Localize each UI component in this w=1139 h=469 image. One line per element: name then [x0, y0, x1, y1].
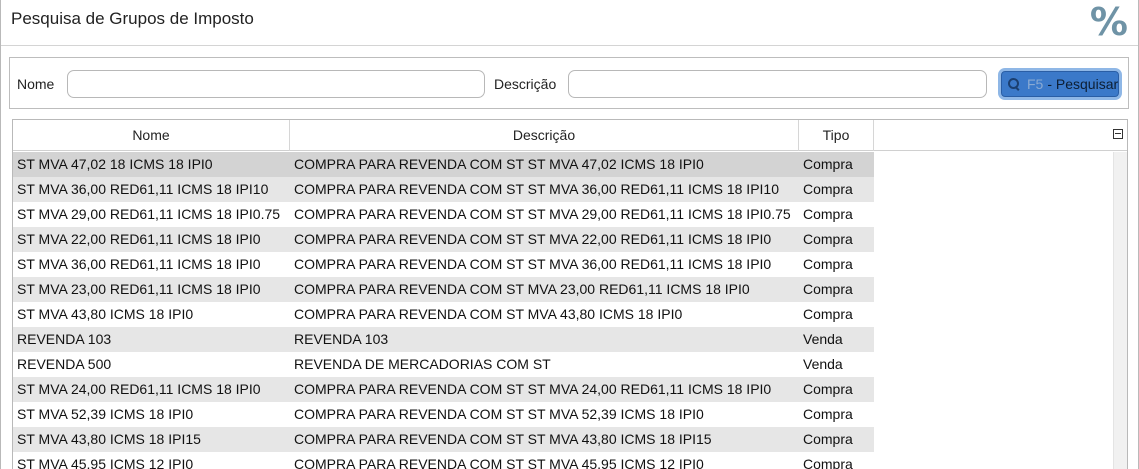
search-button[interactable]: F5 - Pesquisar	[998, 68, 1122, 100]
cell-tipo: Compra	[803, 231, 853, 247]
vertical-scrollbar[interactable]	[1113, 152, 1127, 469]
cell-nome: ST MVA 43,80 ICMS 18 IPI0	[17, 306, 194, 322]
cell-nome: ST MVA 45,95 ICMS 12 IPI0	[17, 456, 194, 469]
cell-tipo: Compra	[803, 381, 853, 397]
table-row[interactable]: ST MVA 43,80 ICMS 18 IPI0 COMPRA PARA REV…	[13, 302, 874, 327]
cell-descricao: COMPRA PARA REVENDA COM ST MVA 43,80 ICM…	[294, 306, 683, 322]
results-grid: Nome Descrição Tipo ST MVA 47,02 18 ICMS…	[12, 119, 1128, 469]
cell-tipo: Compra	[803, 281, 853, 297]
cell-descricao: REVENDA DE MERCADORIAS COM ST	[294, 356, 551, 372]
cell-nome: ST MVA 23,00 RED61,11 ICMS 18 IPI0	[17, 281, 261, 297]
cell-tipo: Compra	[803, 431, 853, 447]
table-row[interactable]: ST MVA 52,39 ICMS 18 IPI0 COMPRA PARA REV…	[13, 402, 874, 427]
cell-nome: ST MVA 24,00 RED61,11 ICMS 18 IPI0	[17, 381, 261, 397]
grid-header: Nome Descrição Tipo	[13, 120, 1127, 151]
cell-descricao: COMPRA PARA REVENDA COM ST ST MVA 47,02 …	[294, 156, 704, 172]
table-row[interactable]: ST MVA 47,02 18 ICMS 18 IPI0 COMPRA PARA …	[13, 152, 874, 177]
cell-tipo: Compra	[803, 456, 853, 469]
table-row[interactable]: REVENDA 103 REVENDA 103 Venda	[13, 327, 874, 352]
grid-rows: ST MVA 47,02 18 ICMS 18 IPI0 COMPRA PARA …	[13, 152, 874, 469]
cell-descricao: COMPRA PARA REVENDA COM ST ST MVA 36,00 …	[294, 181, 779, 197]
cell-tipo: Compra	[803, 256, 853, 272]
cell-tipo: Compra	[803, 156, 853, 172]
nome-input[interactable]	[67, 70, 485, 98]
cell-descricao: COMPRA PARA REVENDA COM ST ST MVA 43,80 …	[294, 431, 712, 447]
table-row[interactable]: ST MVA 45,95 ICMS 12 IPI0 COMPRA PARA REV…	[13, 452, 874, 469]
search-filter-panel: Nome Descrição F5 - Pesquisar	[9, 57, 1129, 109]
cell-nome: ST MVA 47,02 18 ICMS 18 IPI0	[17, 156, 213, 172]
cell-nome: ST MVA 52,39 ICMS 18 IPI0	[17, 406, 194, 422]
column-header-descricao[interactable]: Descrição	[290, 120, 799, 151]
table-row[interactable]: ST MVA 36,00 RED61,11 ICMS 18 IPI0 COMPRA…	[13, 252, 874, 277]
table-row[interactable]: ST MVA 43,80 ICMS 18 IPI15 COMPRA PARA RE…	[13, 427, 874, 452]
cell-nome: ST MVA 29,00 RED61,11 ICMS 18 IPI0.75	[17, 206, 281, 222]
cell-nome: ST MVA 22,00 RED61,11 ICMS 18 IPI0	[17, 231, 261, 247]
table-row[interactable]: ST MVA 23,00 RED61,11 ICMS 18 IPI0 COMPRA…	[13, 277, 874, 302]
cell-tipo: Compra	[803, 306, 853, 322]
cell-descricao: COMPRA PARA REVENDA COM ST ST MVA 45,95 …	[294, 456, 704, 469]
column-chooser-icon[interactable]	[1113, 129, 1123, 139]
title-bar: Pesquisa de Grupos de Imposto %	[1, 0, 1138, 46]
table-row[interactable]: ST MVA 29,00 RED61,11 ICMS 18 IPI0.75 COM…	[13, 202, 874, 227]
cell-nome: ST MVA 36,00 RED61,11 ICMS 18 IPI0	[17, 256, 261, 272]
cell-tipo: Venda	[803, 331, 843, 347]
search-shortcut-key: F5	[1027, 76, 1044, 92]
cell-descricao: COMPRA PARA REVENDA COM ST ST MVA 29,00 …	[294, 206, 791, 222]
percent-logo-icon: %	[1089, 0, 1128, 44]
tax-group-search-window: Pesquisa de Grupos de Imposto % Nome Des…	[0, 0, 1139, 469]
table-row[interactable]: ST MVA 36,00 RED61,11 ICMS 18 IPI10 COMPR…	[13, 177, 874, 202]
table-row[interactable]: ST MVA 24,00 RED61,11 ICMS 18 IPI0 COMPRA…	[13, 377, 874, 402]
cell-nome: REVENDA 103	[17, 331, 112, 347]
cell-tipo: Compra	[803, 181, 853, 197]
descricao-input[interactable]	[568, 70, 987, 98]
search-button-label: - Pesquisar	[1047, 76, 1119, 92]
cell-nome: REVENDA 500	[17, 356, 112, 372]
table-row[interactable]: REVENDA 500 REVENDA DE MERCADORIAS COM ST…	[13, 352, 874, 377]
cell-descricao: COMPRA PARA REVENDA COM ST ST MVA 22,00 …	[294, 231, 772, 247]
cell-descricao: COMPRA PARA REVENDA COM ST ST MVA 24,00 …	[294, 381, 772, 397]
cell-descricao: COMPRA PARA REVENDA COM ST MVA 23,00 RED…	[294, 281, 750, 297]
cell-tipo: Compra	[803, 206, 853, 222]
cell-descricao: REVENDA 103	[294, 331, 389, 347]
cell-descricao: COMPRA PARA REVENDA COM ST ST MVA 36,00 …	[294, 256, 772, 272]
descricao-label: Descrição	[494, 76, 557, 92]
cell-nome: ST MVA 43,80 ICMS 18 IPI15	[17, 431, 201, 447]
cell-tipo: Venda	[803, 356, 843, 372]
cell-descricao: COMPRA PARA REVENDA COM ST ST MVA 52,39 …	[294, 406, 704, 422]
table-row[interactable]: ST MVA 22,00 RED61,11 ICMS 18 IPI0 COMPRA…	[13, 227, 874, 252]
nome-label: Nome	[17, 76, 55, 92]
column-header-nome[interactable]: Nome	[13, 120, 290, 151]
cell-tipo: Compra	[803, 406, 853, 422]
cell-nome: ST MVA 36,00 RED61,11 ICMS 18 IPI10	[17, 181, 269, 197]
search-icon	[1007, 77, 1021, 91]
column-header-tipo[interactable]: Tipo	[799, 120, 874, 151]
window-title: Pesquisa de Grupos de Imposto	[11, 9, 254, 28]
